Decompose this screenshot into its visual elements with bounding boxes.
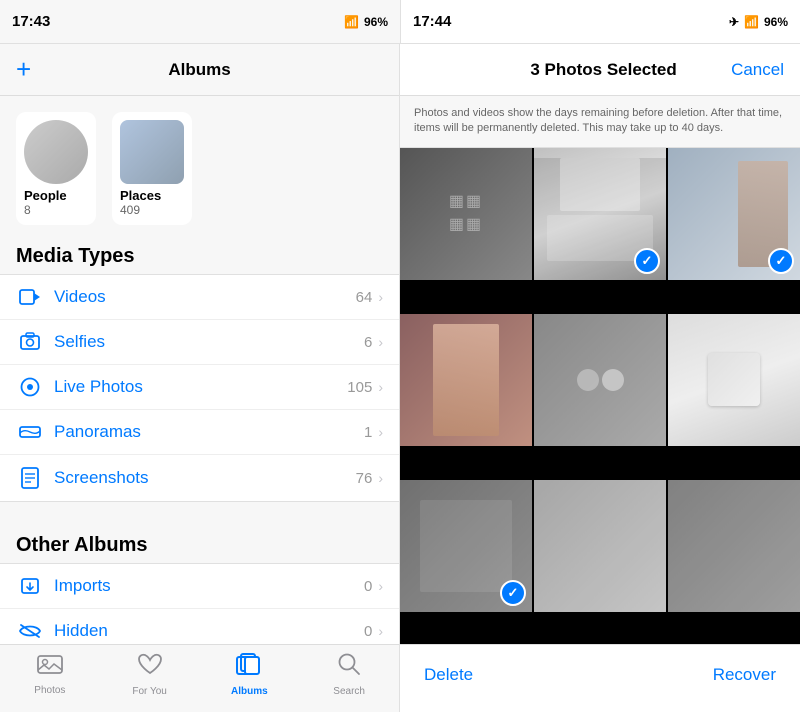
imports-chevron: › [378, 578, 383, 594]
live-photos-icon [16, 377, 44, 397]
search-tab-label: Search [333, 686, 365, 697]
screenshots-chevron: › [378, 470, 383, 486]
albums-nav-bar: + Albums [0, 44, 399, 96]
photo-cell-2[interactable]: ✓ [534, 148, 666, 280]
tab-photos[interactable]: Photos [0, 653, 100, 696]
selfies-count: 6 [364, 334, 372, 351]
delete-button[interactable]: Delete [424, 665, 473, 685]
deletion-notice: Photos and videos show the days remainin… [400, 96, 800, 148]
videos-label: Videos [54, 287, 356, 307]
cancel-button[interactable]: Cancel [731, 60, 784, 80]
photos-tab-label: Photos [34, 685, 65, 696]
people-thumbnail [24, 120, 88, 184]
videos-item[interactable]: Videos 64 › [0, 275, 399, 320]
tab-bar: Photos For You Albums [0, 644, 399, 712]
right-status-icons: ✈ 📶 96% [729, 15, 788, 29]
places-thumbnail [120, 120, 184, 184]
screenshots-count: 76 [356, 470, 373, 487]
wifi-icon-right: 📶 [744, 15, 759, 29]
selfies-item[interactable]: Selfies 6 › [0, 320, 399, 365]
selection-badge-2: ✓ [634, 248, 660, 274]
screenshots-item[interactable]: Screenshots 76 › [0, 455, 399, 501]
hidden-count: 0 [364, 623, 372, 640]
videos-icon [16, 288, 44, 306]
left-status-icons: 📶 96% [344, 15, 388, 29]
for-you-tab-icon [137, 652, 163, 683]
right-status-bar: 17:44 ✈ 📶 96% [400, 0, 800, 44]
hidden-icon [16, 623, 44, 639]
albums-scroll-content: People 8 Places 409 Media Types [0, 96, 399, 644]
albums-tab-label: Albums [231, 686, 268, 697]
photo-cell-7[interactable]: ✓ [400, 480, 532, 612]
photos-tab-icon [37, 653, 63, 682]
albums-tab-icon [236, 652, 262, 683]
places-item[interactable]: Places 409 [112, 112, 192, 225]
live-photos-label: Live Photos [54, 377, 347, 397]
hidden-label: Hidden [54, 621, 364, 641]
left-time: 17:43 [12, 13, 50, 30]
panoramas-item[interactable]: Panoramas 1 › [0, 410, 399, 455]
right-bottom-bar: Delete Recover [400, 644, 800, 712]
selection-badge-3: ✓ [768, 248, 794, 274]
selfies-icon [16, 332, 44, 352]
add-album-button[interactable]: + [16, 54, 31, 85]
photo-cell-5[interactable] [534, 314, 666, 446]
photo-cell-6[interactable] [668, 314, 800, 446]
battery-label: 96% [364, 15, 388, 29]
photo-cell-1[interactable]: ▦▦▦▦ [400, 148, 532, 280]
hidden-chevron: › [378, 623, 383, 639]
videos-count: 64 [356, 289, 373, 306]
imports-count: 0 [364, 578, 372, 595]
left-status-bar: 17:43 📶 96% [0, 0, 400, 44]
live-photos-item[interactable]: Live Photos 105 › [0, 365, 399, 410]
people-count: 8 [24, 203, 88, 217]
selection-title: 3 Photos Selected [476, 60, 731, 80]
selfies-chevron: › [378, 334, 383, 350]
tab-search[interactable]: Search [299, 652, 399, 697]
deleted-photos-panel: 3 Photos Selected Cancel Photos and vide… [400, 44, 800, 712]
panoramas-icon [16, 425, 44, 439]
imports-label: Imports [54, 576, 364, 596]
people-label: People [24, 188, 88, 203]
media-types-header: Media Types [0, 225, 399, 274]
places-count: 409 [120, 203, 184, 217]
people-places-section: People 8 Places 409 [0, 96, 399, 225]
tab-albums[interactable]: Albums [200, 652, 300, 697]
for-you-tab-label: For You [132, 686, 166, 697]
photo-cell-3[interactable]: ✓ [668, 148, 800, 280]
battery-label-right: 96% [764, 15, 788, 29]
screenshots-label: Screenshots [54, 468, 356, 488]
right-time: 17:44 [413, 13, 451, 30]
recover-button[interactable]: Recover [713, 665, 776, 685]
other-albums-header: Other Albums [0, 514, 399, 563]
search-tab-icon [337, 652, 361, 683]
hidden-item[interactable]: Hidden 0 › [0, 609, 399, 644]
albums-panel: + Albums People 8 Places 409 Media Types [0, 44, 400, 712]
people-item[interactable]: People 8 [16, 112, 96, 225]
imports-item[interactable]: Imports 0 › [0, 564, 399, 609]
photo-cell-4[interactable] [400, 314, 532, 446]
videos-chevron: › [378, 289, 383, 305]
photo-cell-9[interactable] [668, 480, 800, 612]
photo-cell-8[interactable] [534, 480, 666, 612]
other-albums-list: Imports 0 › Hidden 0 › [0, 563, 399, 644]
photo-grid: ▦▦▦▦ ✓ ✓ [400, 148, 800, 644]
media-types-list: Videos 64 › Selfies 6 › [0, 274, 399, 502]
selfies-label: Selfies [54, 332, 364, 352]
panoramas-chevron: › [378, 424, 383, 440]
right-nav-bar: 3 Photos Selected Cancel [400, 44, 800, 96]
wifi-icon: 📶 [344, 15, 359, 29]
imports-icon [16, 576, 44, 596]
selection-badge-7: ✓ [500, 580, 526, 606]
screenshots-icon [16, 467, 44, 489]
places-label: Places [120, 188, 184, 203]
panoramas-count: 1 [364, 424, 372, 441]
live-photos-chevron: › [378, 379, 383, 395]
panoramas-label: Panoramas [54, 422, 364, 442]
live-photos-count: 105 [347, 379, 372, 396]
albums-title: Albums [168, 60, 230, 80]
airplane-icon: ✈ [729, 15, 739, 29]
tab-for-you[interactable]: For You [100, 652, 200, 697]
